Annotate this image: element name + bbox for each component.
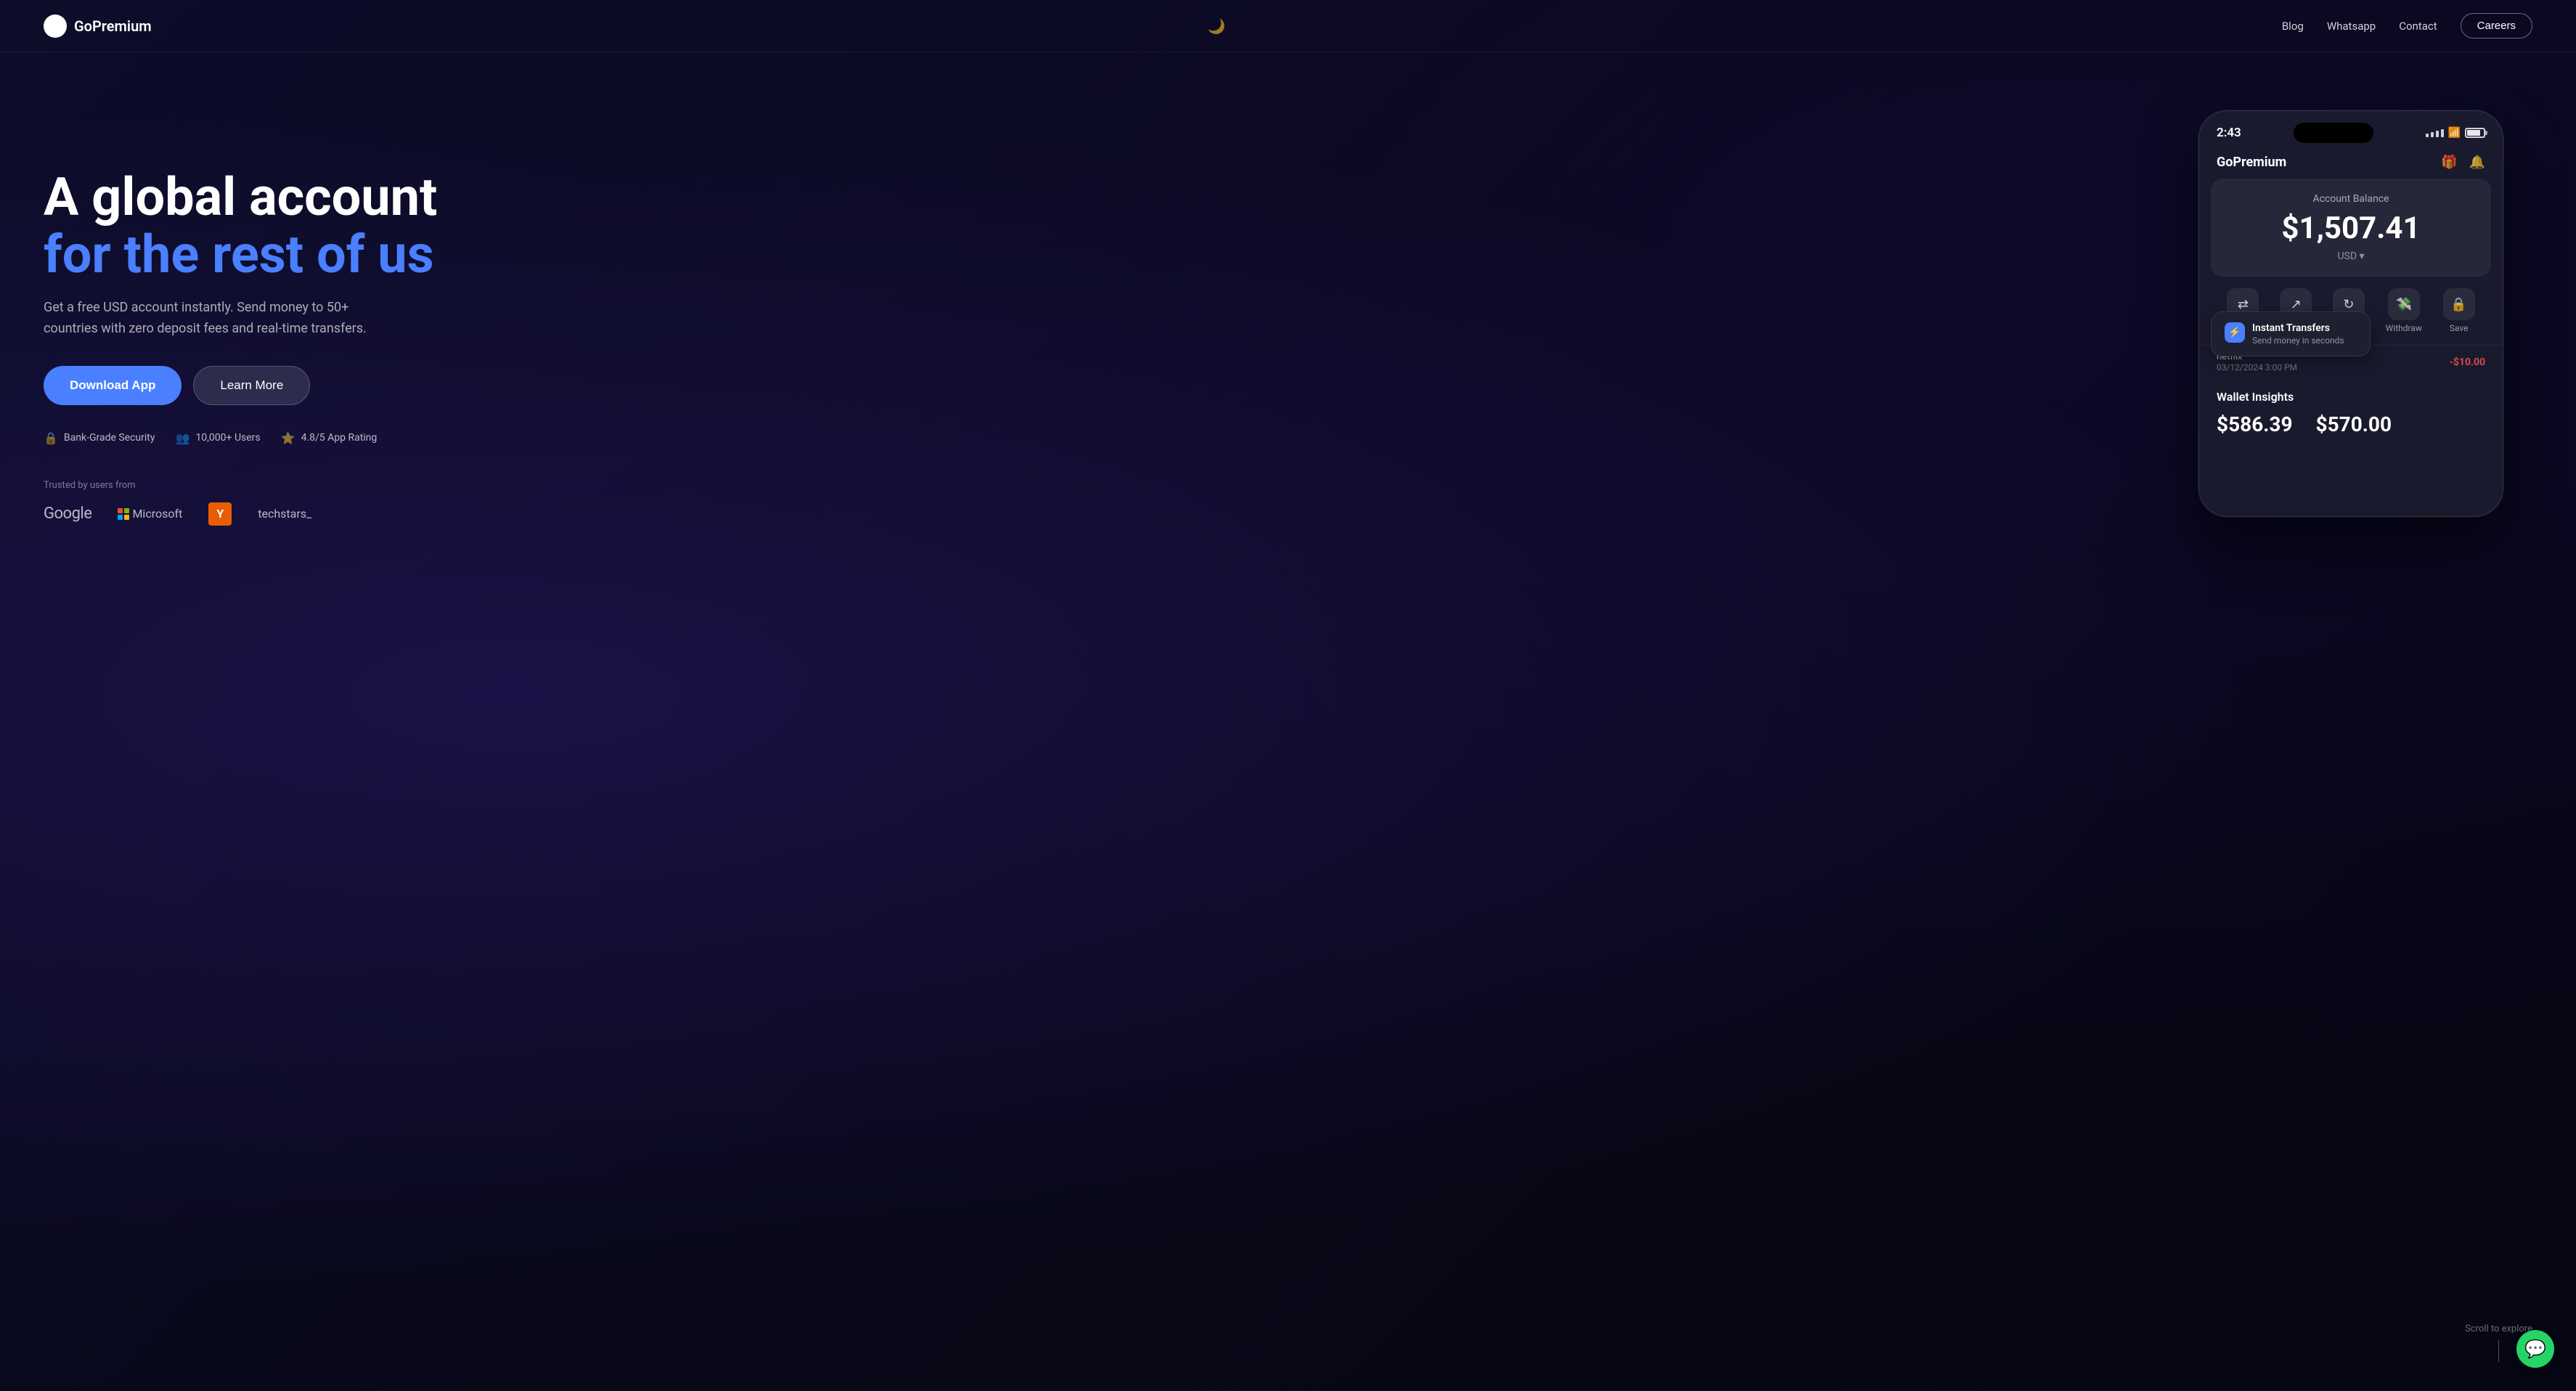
badge-rating-text: 4.8/5 App Rating — [301, 432, 378, 444]
account-balance-card: Account Balance $1,507.41 USD ▾ — [2211, 179, 2491, 277]
trusted-section: Trusted by users from Google Microsoft Y… — [44, 480, 437, 526]
rating-icon: ⭐ — [281, 431, 295, 445]
phone-action-save[interactable]: 🔒 Save — [2443, 288, 2475, 333]
gift-icon[interactable]: 🎁 — [2441, 155, 2457, 170]
nav-brand-group: ◎ GoPremium — [44, 15, 152, 38]
phone-header-icons: 🎁 🔔 — [2441, 155, 2485, 170]
yc-logo: Y — [208, 502, 232, 526]
tooltip-title: Instant Transfers — [2252, 322, 2344, 334]
wifi-icon: 📶 — [2448, 127, 2461, 139]
logo-icon: ◎ — [44, 15, 67, 38]
google-logo: Google — [44, 505, 91, 523]
withdraw-icon: 💸 — [2388, 288, 2420, 320]
ms-cell-yellow — [124, 515, 129, 520]
whatsapp-float-button[interactable]: 💬 — [2516, 1330, 2554, 1368]
navbar: ◎ GoPremium 🌙 Blog Whatsapp Contact Care… — [0, 0, 2576, 52]
save-phone-icon: 🔒 — [2443, 288, 2475, 320]
ms-cell-green — [124, 508, 129, 513]
logo-symbol: ◎ — [50, 19, 60, 33]
phone-header: GoPremium 🎁 🔔 — [2199, 149, 2503, 179]
insight-amount-2: $570.00 — [2316, 412, 2392, 436]
techstars-logo: techstars_ — [258, 507, 311, 521]
instant-transfers-tooltip: ⚡ Instant Transfers Send money in second… — [2211, 311, 2371, 356]
badge-security-text: Bank-Grade Security — [64, 432, 155, 444]
balance-currency: USD ▾ — [2228, 250, 2474, 262]
notification-icon[interactable]: 🔔 — [2469, 155, 2485, 170]
nav-link-blog[interactable]: Blog — [2282, 20, 2304, 33]
microsoft-text: Microsoft — [132, 507, 182, 521]
phone-action-withdraw[interactable]: 💸 Withdraw — [2386, 288, 2422, 333]
nav-link-whatsapp[interactable]: Whatsapp — [2327, 20, 2376, 33]
save-label: Save — [2450, 323, 2469, 333]
tooltip-content: Instant Transfers Send money in seconds — [2252, 322, 2344, 346]
hero-title: A global account for the rest of us — [44, 168, 437, 283]
phone-mockup: 2:43 📶 GoP — [2198, 110, 2503, 517]
wallet-insights-amounts: $586.39 $570.00 — [2217, 412, 2485, 436]
badge-users-text: 10,000+ Users — [195, 432, 260, 444]
transaction-amount: -$10.00 — [2450, 356, 2485, 368]
nav-link-contact[interactable]: Contact — [2399, 20, 2437, 33]
whatsapp-icon: 💬 — [2524, 1339, 2546, 1359]
trusted-logos: Google Microsoft Y techstars_ — [44, 502, 437, 526]
balance-amount: $1,507.41 — [2228, 211, 2474, 246]
hero-title-line2: for the rest of us — [44, 224, 434, 285]
microsoft-logo: Microsoft — [118, 507, 182, 521]
users-icon: 👥 — [176, 431, 190, 445]
security-icon: 🔒 — [44, 431, 58, 445]
nav-links: Blog Whatsapp Contact Careers — [2282, 13, 2532, 38]
nav-center: 🌙 — [1207, 17, 1226, 35]
phone-time: 2:43 — [2217, 126, 2241, 140]
hero-left: A global account for the rest of us Get … — [44, 110, 437, 526]
hero-buttons: Download App Learn More — [44, 366, 437, 405]
battery-fill — [2467, 130, 2480, 136]
trusted-label: Trusted by users from — [44, 480, 437, 491]
bolt-icon: ⚡ — [2228, 327, 2241, 338]
phone-brand-name: GoPremium — [2217, 155, 2286, 170]
tooltip-description: Send money in seconds — [2252, 335, 2344, 346]
balance-label: Account Balance — [2228, 193, 2474, 205]
phone-status-icons: 📶 — [2426, 127, 2485, 139]
hero-badges: 🔒 Bank-Grade Security 👥 10,000+ Users ⭐ … — [44, 431, 437, 445]
signal-icon — [2426, 129, 2444, 137]
insight-amount-1: $586.39 — [2217, 412, 2293, 436]
badge-rating: ⭐ 4.8/5 App Rating — [281, 431, 378, 445]
ms-cell-blue — [118, 515, 123, 520]
microsoft-grid-icon — [118, 508, 129, 520]
scroll-line — [2498, 1340, 2499, 1362]
transaction-date: 03/12/2024 3:00 PM — [2217, 362, 2297, 372]
hero-title-line1: A global account — [44, 166, 437, 228]
badge-users: 👥 10,000+ Users — [176, 431, 261, 445]
careers-button[interactable]: Careers — [2461, 13, 2532, 38]
wallet-insights-title: Wallet Insights — [2217, 390, 2485, 404]
badge-security: 🔒 Bank-Grade Security — [44, 431, 155, 445]
phone-container: 2:43 📶 GoP — [2198, 110, 2532, 517]
tooltip-icon: ⚡ — [2225, 322, 2245, 343]
battery-tip — [2485, 131, 2487, 135]
hero-subtitle: Get a free USD account instantly. Send m… — [44, 298, 392, 340]
wallet-insights: Wallet Insights $586.39 $570.00 — [2199, 378, 2503, 442]
dark-mode-toggle[interactable]: 🌙 — [1207, 17, 1226, 35]
hero-section: A global account for the rest of us Get … — [0, 52, 2576, 1391]
withdraw-label: Withdraw — [2386, 323, 2422, 333]
phone-notch — [2294, 123, 2373, 143]
learn-more-button[interactable]: Learn More — [193, 366, 310, 405]
download-app-button[interactable]: Download App — [44, 366, 182, 405]
ms-cell-red — [118, 508, 123, 513]
battery-icon — [2465, 128, 2485, 138]
brand-name: GoPremium — [74, 17, 152, 35]
scroll-text: Scroll to explore — [2465, 1323, 2532, 1334]
phone-status-bar: 2:43 📶 — [2199, 111, 2503, 149]
